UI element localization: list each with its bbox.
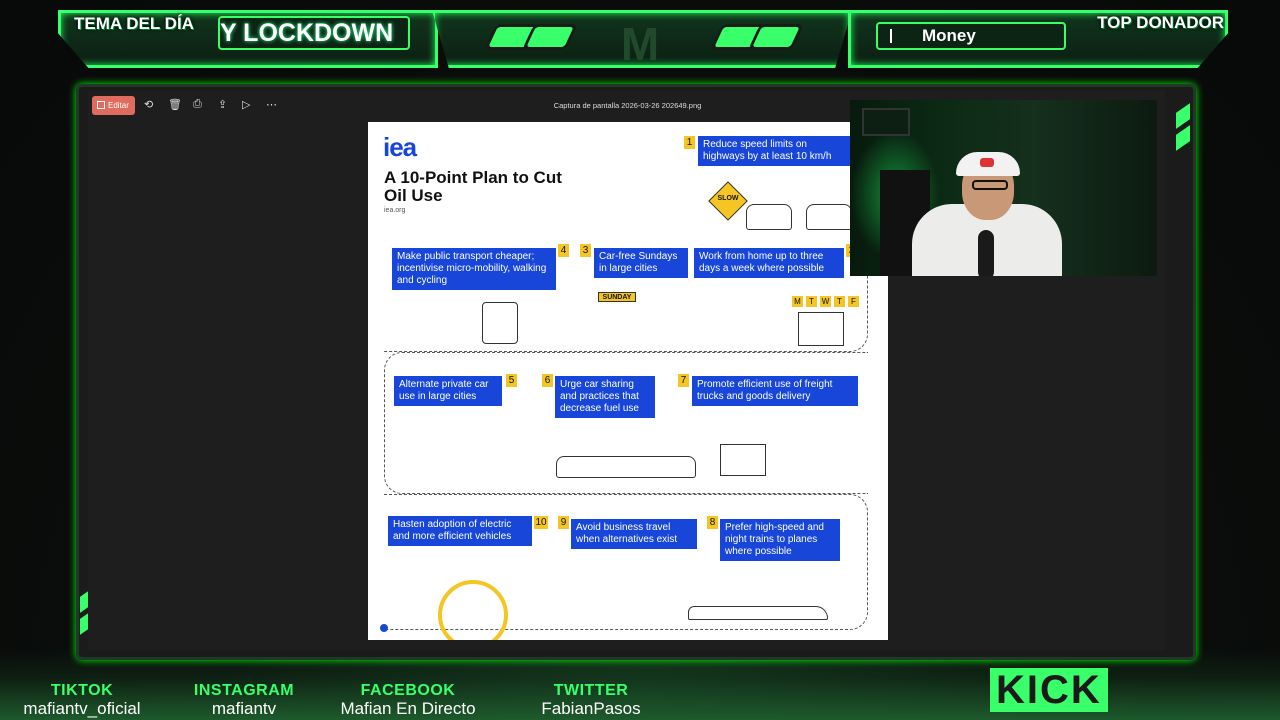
social-network: FACEBOOK [360,682,456,699]
share-icon[interactable]: ⇪ [218,98,227,111]
delete-icon[interactable]: 🗑 [168,98,182,111]
shared-cars-icon [556,456,696,478]
kick-logo: KICK [990,668,1108,712]
social-twitter: TWITTER FabianPasos [530,682,652,718]
item-1-text: Reduce speed limits on highways by at le… [698,136,850,166]
print-icon[interactable]: ⎙ [193,98,202,111]
social-network: TIKTOK [50,682,114,699]
edit-icon [97,101,105,109]
desk-icon [798,312,844,346]
social-facebook: FACEBOOK Mafian En Directo [328,682,488,718]
item-9-text: Avoid business travel when alternatives … [571,519,697,549]
social-handle: mafiantv [211,699,277,718]
item-2-text: Work from home up to three days a week w… [694,248,844,278]
item-4-text: Make public transport cheaper; incentivi… [392,248,556,290]
edit-button-label: Editar [108,101,129,110]
social-handle: mafiantv_oficial [23,699,141,718]
iea-logo: iea [383,132,417,162]
weekday-f: F [848,296,859,307]
social-network: TWITTER [553,682,629,699]
item-7-text: Promote efficient use of freight trucks … [692,376,858,406]
cap-icon [956,152,1020,176]
cap-logo [980,158,994,167]
rotate-icon[interactable]: ⟲ [144,98,153,111]
social-handle: FabianPasos [541,699,641,718]
weekday-t2: T [834,296,845,307]
item-5-number: 5 [506,374,517,387]
bus-icon [482,302,518,344]
social-tiktok: TIKTOK mafiantv_oficial [18,682,146,718]
infographic-title: A 10-Point Plan to Cut Oil Use [384,168,562,205]
item-6-text: Urge car sharing and practices that decr… [555,376,655,418]
item-6-number: 6 [542,374,553,387]
file-title: Captura de pantalla 2026-03-26 202649.pn… [553,101,702,110]
weekday-row: M T W T F [792,296,859,307]
car-icon [746,204,792,230]
top-donor-box: Money [876,22,1066,50]
microphone-icon [978,230,994,276]
more-icon[interactable]: ⋯ [266,98,277,111]
social-handle: Mafian En Directo [340,699,476,718]
top-donor-label: TOP DONADOR [1097,13,1224,32]
text-cursor [890,29,892,43]
edit-button[interactable]: Editar [92,96,135,115]
topic-ticker: Y LOCKDOWN [218,16,410,50]
weekday-m: M [792,296,803,307]
social-network: INSTAGRAM [193,682,295,699]
slow-sign-text: SLOW [717,195,739,202]
item-3-text: Car-free Sundays in large cities [594,248,688,278]
item-8-text: Prefer high-speed and night trains to pl… [720,519,840,561]
topic-ticker-text: Y LOCKDOWN [220,19,394,47]
social-instagram: INSTAGRAM mafiantv [186,682,302,718]
page-indicator[interactable] [380,624,388,632]
infographic-source: iea.org [384,207,406,214]
item-9-number: 9 [558,516,569,529]
infographic-image: iea A 10-Point Plan to Cut Oil Use iea.o… [368,122,888,640]
slideshow-icon[interactable]: ▷ [242,98,250,111]
item-4-number: 4 [558,244,569,257]
train-icon [688,606,828,620]
background-monitor [862,108,910,136]
item-3-number: 3 [580,244,591,257]
item-5-text: Alternate private car use in large citie… [394,376,502,406]
truck-icon [720,444,766,476]
sunday-sign: SUNDAY [598,292,636,302]
channel-logo: M [620,18,660,70]
item-1-number: 1 [684,136,695,149]
weekday-w: W [820,296,831,307]
item-7-number: 7 [678,374,689,387]
webcam-feed [850,100,1157,276]
item-10-text: Hasten adoption of electric and more eff… [388,516,532,546]
item-8-number: 8 [707,516,718,529]
top-donor-name: Money [922,26,976,45]
weekday-t: T [806,296,817,307]
glasses-icon [972,180,1008,190]
car-icon-2 [806,204,852,230]
item-10-number: 10 [534,516,548,529]
topic-label: TEMA DEL DÍA [74,14,194,33]
